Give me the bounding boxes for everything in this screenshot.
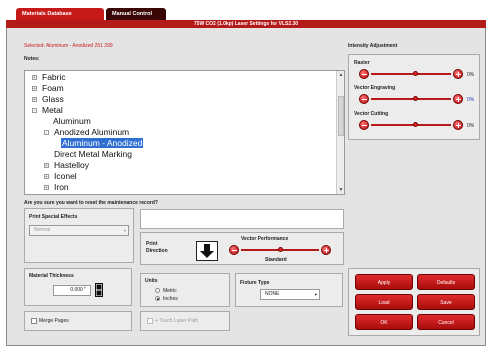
tree-item[interactable]: + Iconel xyxy=(44,171,77,181)
vector-cutting-track[interactable] xyxy=(371,124,451,126)
material-thickness-label: Material Thickness xyxy=(29,273,74,279)
metric-label: Metric xyxy=(163,288,177,294)
print-direction-button[interactable] xyxy=(196,241,218,261)
vector-pass-label: + Touch Laser Path xyxy=(155,318,199,324)
tree-item[interactable]: + Hastelloy xyxy=(44,160,89,170)
tree-item[interactable]: + Iron xyxy=(44,182,69,192)
fixture-type-panel: Fixture Type NONE ▾ xyxy=(235,273,343,307)
intensity-adjustment-panel: Raster 0% Vector Engraving 0% Vector Cut… xyxy=(348,54,480,140)
print-direction-panel: Print Direction Vector Performance Stand… xyxy=(140,232,344,265)
down-arrow-icon xyxy=(200,244,214,258)
inches-radio[interactable] xyxy=(155,296,160,301)
units-label: Units xyxy=(145,278,158,284)
scroll-down-icon[interactable]: ▼ xyxy=(337,186,344,194)
expand-icon[interactable]: + xyxy=(32,75,37,81)
fixture-type-label: Fixture Type xyxy=(240,280,270,286)
merge-pages-label: Merge Pages xyxy=(39,318,69,324)
tab-materials-database[interactable]: Materials Database xyxy=(16,8,104,20)
vector-cutting-value: 0% xyxy=(467,123,475,129)
expand-icon[interactable]: + xyxy=(32,86,37,92)
reset-maintenance-question: Are you sure you want to reset the maint… xyxy=(24,200,158,206)
notes-label: Notes: xyxy=(24,56,40,62)
materials-tree[interactable]: + Fabric + Foam + Glass - Metal Aluminum - An… xyxy=(24,70,345,195)
decrease-raster-icon[interactable] xyxy=(359,69,369,79)
inches-label: Inches xyxy=(163,296,178,302)
vector-performance-slider[interactable] xyxy=(277,247,283,252)
material-thickness-panel: Material Thickness 0.000 " xyxy=(24,268,132,306)
collapse-icon[interactable]: - xyxy=(44,130,49,136)
expand-icon[interactable]: + xyxy=(32,97,37,103)
raster-value: 0% xyxy=(467,72,475,78)
tree-item[interactable]: - Metal xyxy=(32,105,63,115)
tree-item[interactable]: + Glass xyxy=(32,94,64,104)
material-thickness-input[interactable]: 0.000 " xyxy=(53,285,91,296)
ok-button[interactable]: OK xyxy=(355,314,413,330)
tree-scrollbar[interactable]: ▲ ▼ xyxy=(336,71,344,194)
defaults-button[interactable]: Defaults xyxy=(417,274,475,290)
print-special-effects-label: Print Special Effects xyxy=(29,214,78,220)
decrease-vector-cutting-icon[interactable] xyxy=(359,120,369,130)
vector-cutting-slider[interactable] xyxy=(412,122,418,127)
increase-raster-icon[interactable] xyxy=(453,69,463,79)
window-title: 75W CO2 (1.0kp) Laser Settings for VLS2.… xyxy=(6,20,486,28)
selected-material-label: Selected: Aluminum - Anodized 251 299 xyxy=(24,43,113,49)
apply-button[interactable]: Apply xyxy=(355,274,413,290)
tree-item[interactable]: + Foam xyxy=(32,83,64,93)
intensity-adjustment-title: Intensity Adjustment xyxy=(348,43,398,49)
chevron-down-icon: ▾ xyxy=(123,228,126,233)
units-panel: Units Metric Inches xyxy=(140,273,230,307)
metric-radio[interactable] xyxy=(155,288,160,293)
merge-pages-checkbox[interactable] xyxy=(31,318,37,324)
vector-cutting-label: Vector Cutting xyxy=(354,111,389,117)
tree-item[interactable]: + Fabric xyxy=(32,72,66,82)
increase-vector-engraving-icon[interactable] xyxy=(453,94,463,104)
increase-vector-performance-icon[interactable] xyxy=(321,245,331,255)
tab-bar: Materials Database Manual Control xyxy=(6,8,486,20)
vector-pass-panel: + Touch Laser Path xyxy=(140,311,230,331)
print-special-effects-select[interactable]: Normal ▾ xyxy=(29,225,129,236)
print-special-effects-panel: Print Special Effects Normal ▾ xyxy=(24,208,134,263)
raster-track[interactable] xyxy=(371,73,451,75)
vector-performance-value: Standard xyxy=(265,257,287,263)
fixture-type-select[interactable]: NONE ▾ xyxy=(260,289,320,300)
vector-engraving-value: 0% xyxy=(467,97,475,103)
tree-item[interactable]: Direct Metal Marking xyxy=(54,149,132,159)
decrease-vector-engraving-icon[interactable] xyxy=(359,94,369,104)
vector-engraving-slider[interactable] xyxy=(412,96,418,101)
expand-icon[interactable]: + xyxy=(44,174,49,180)
vector-performance-label: Vector Performance xyxy=(241,236,289,242)
load-button[interactable]: Load xyxy=(355,294,413,310)
scrollbar-thumb[interactable] xyxy=(338,96,344,136)
action-buttons-panel: Apply Defaults Load Save OK Cancel xyxy=(348,268,480,336)
merge-pages-panel: Merge Pages xyxy=(24,311,132,331)
save-button[interactable]: Save xyxy=(417,294,475,310)
tab-manual-control[interactable]: Manual Control xyxy=(106,8,166,20)
increase-vector-cutting-icon[interactable] xyxy=(453,120,463,130)
vector-engraving-track[interactable] xyxy=(371,98,451,100)
tree-item-selected[interactable]: Aluminum - Anodized xyxy=(61,138,144,148)
decrease-vector-performance-icon[interactable] xyxy=(229,245,239,255)
vector-engraving-label: Vector Engraving xyxy=(354,85,396,91)
vector-pass-checkbox[interactable] xyxy=(147,318,153,324)
maintenance-text-field[interactable] xyxy=(140,209,344,229)
chevron-down-icon: ▾ xyxy=(314,292,317,297)
scroll-up-icon[interactable]: ▲ xyxy=(337,71,344,79)
thickness-stepper-icon[interactable] xyxy=(95,283,103,297)
tree-item[interactable]: - Anodized Aluminum xyxy=(44,127,129,137)
collapse-icon[interactable]: - xyxy=(32,108,37,114)
expand-icon[interactable]: + xyxy=(44,163,49,169)
cancel-button[interactable]: Cancel xyxy=(417,314,475,330)
expand-icon[interactable]: + xyxy=(44,185,49,191)
raster-label: Raster xyxy=(354,60,370,66)
tree-item[interactable]: Aluminum xyxy=(53,116,91,126)
print-direction-label: Print Direction xyxy=(146,241,168,254)
raster-slider[interactable] xyxy=(412,71,418,76)
